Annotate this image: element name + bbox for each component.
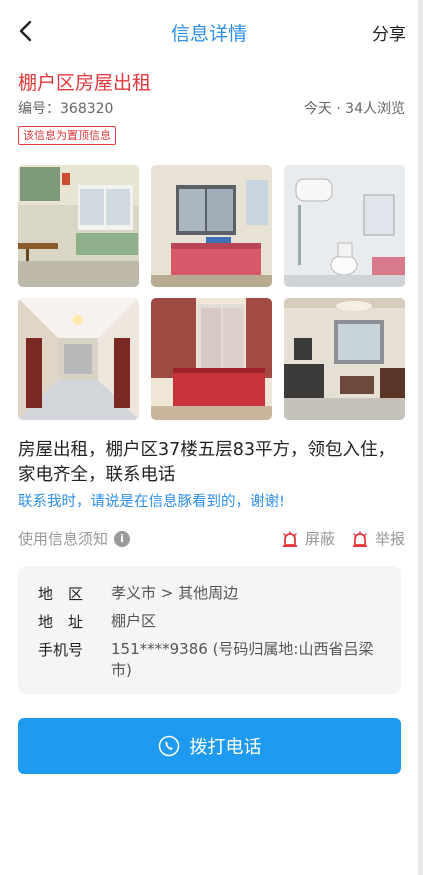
region-value: 孝义市 > 其他周边 xyxy=(111,584,239,602)
photo-gallery xyxy=(18,165,405,420)
usage-notice-label: 使用信息须知 xyxy=(18,530,109,548)
photo-kitchen[interactable] xyxy=(18,165,139,287)
view-count: 今天 · 34人浏览 xyxy=(303,101,405,117)
post-title: 棚户区房屋出租 xyxy=(18,72,152,94)
region-row: 地 区 孝义市 > 其他周边 xyxy=(38,583,238,604)
post-actions: 屏蔽 举报 xyxy=(281,528,405,549)
report-button[interactable]: 举报 xyxy=(351,528,405,549)
contact-note: 联系我时，请说是在信息豚看到的，谢谢! xyxy=(18,494,285,510)
phone-value[interactable]: 151****9386 (号码归属地:山西省吕梁市) xyxy=(111,639,381,681)
photo-bedroom-wardrobe[interactable] xyxy=(151,298,272,420)
phone-key: 手机号 xyxy=(38,641,84,659)
photo-bathroom[interactable] xyxy=(284,165,405,287)
detail-card: 地 区 孝义市 > 其他周边 地 址 棚户区 手机号 151****9386 (… xyxy=(18,566,401,694)
alarm-icon xyxy=(352,530,367,547)
info-icon: i xyxy=(114,530,131,547)
photo-bedroom-window[interactable] xyxy=(151,165,272,287)
block-label: 屏蔽 xyxy=(304,530,335,548)
phone-icon xyxy=(158,735,179,757)
address-key: 地 址 xyxy=(38,613,84,631)
post-id: 编号：368320 xyxy=(18,101,114,117)
phone-row: 手机号 151****9386 (号码归属地:山西省吕梁市) xyxy=(38,639,373,679)
block-button[interactable]: 屏蔽 xyxy=(281,528,335,549)
call-button-label: 拨打电话 xyxy=(189,737,262,758)
photo-living-room[interactable] xyxy=(284,298,405,420)
region-key: 地 区 xyxy=(38,585,84,603)
call-button[interactable]: 拨打电话 xyxy=(18,718,401,774)
report-label: 举报 xyxy=(374,530,405,548)
usage-notice[interactable]: 使用信息须知 i xyxy=(18,528,131,549)
page-title: 信息详情 xyxy=(170,23,247,45)
scrollbar[interactable] xyxy=(418,0,423,875)
photo-hallway[interactable] xyxy=(18,298,139,420)
address-value: 棚户区 xyxy=(111,612,157,630)
top-bar: 信息详情 分享 xyxy=(0,0,418,62)
address-row: 地 址 棚户区 xyxy=(38,611,156,632)
pinned-badge: 该信息为置顶信息 xyxy=(18,126,116,145)
share-button[interactable]: 分享 xyxy=(372,20,406,45)
post-description: 房屋出租，棚户区37楼五层83平方，领包入住，家电齐全，联系电话 xyxy=(18,440,396,485)
alarm-icon xyxy=(282,530,297,547)
